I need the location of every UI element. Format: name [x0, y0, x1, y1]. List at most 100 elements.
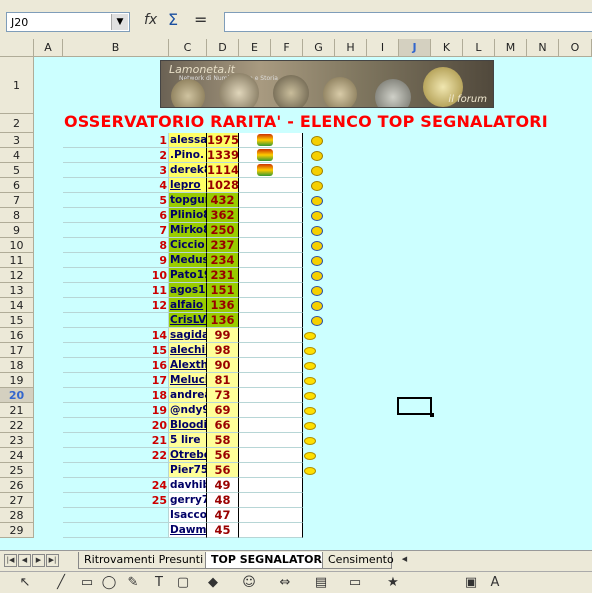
username-cell[interactable]: Alexthedoctor: [169, 358, 207, 373]
medal-cell[interactable]: [239, 253, 303, 268]
medal-cell[interactable]: [239, 178, 303, 193]
first-sheet-icon[interactable]: |◀: [4, 554, 17, 567]
medal-cell[interactable]: [239, 463, 303, 478]
score-cell[interactable]: 56: [207, 448, 239, 463]
score-cell[interactable]: 362: [207, 208, 239, 223]
freeform-icon[interactable]: ✎: [124, 575, 142, 591]
rank-cell[interactable]: 10: [63, 268, 169, 283]
score-cell[interactable]: 69: [207, 403, 239, 418]
column-header-h[interactable]: H: [335, 39, 367, 57]
username-cell[interactable]: 5 lire: [169, 433, 207, 448]
username-cell[interactable]: Mirko8710: [169, 223, 207, 238]
username-cell[interactable]: Otrebor: [169, 448, 207, 463]
rank-cell[interactable]: [63, 463, 169, 478]
score-cell[interactable]: 250: [207, 223, 239, 238]
username-cell[interactable]: agos1977: [169, 283, 207, 298]
smiley-shape-icon[interactable]: ☺: [240, 575, 258, 591]
column-header-j[interactable]: J: [399, 39, 431, 57]
column-header-b[interactable]: B: [63, 39, 169, 57]
rank-cell[interactable]: 15: [63, 343, 169, 358]
rank-cell[interactable]: 24: [63, 478, 169, 493]
column-header-d[interactable]: D: [207, 39, 239, 57]
row-header-3[interactable]: 3: [0, 133, 34, 148]
username-cell[interactable]: Plinio82: [169, 208, 207, 223]
rank-cell[interactable]: 8: [63, 238, 169, 253]
chevron-down-icon[interactable]: ▼: [111, 14, 128, 30]
row-header-6[interactable]: 6: [0, 178, 34, 193]
row-header-27[interactable]: 27: [0, 493, 34, 508]
username-cell[interactable]: davhibernian: [169, 478, 207, 493]
username-cell[interactable]: derek83: [169, 163, 207, 178]
star-icon[interactable]: ★: [384, 575, 402, 591]
score-cell[interactable]: 66: [207, 418, 239, 433]
medal-cell[interactable]: [239, 403, 303, 418]
rank-cell[interactable]: 1: [63, 133, 169, 148]
score-cell[interactable]: 56: [207, 463, 239, 478]
row-header-17[interactable]: 17: [0, 343, 34, 358]
medal-cell[interactable]: [239, 298, 303, 313]
row-header-8[interactable]: 8: [0, 208, 34, 223]
username-cell[interactable]: alessandro1970: [169, 133, 207, 148]
row-header-24[interactable]: 24: [0, 448, 34, 463]
column-header-l[interactable]: L: [463, 39, 495, 57]
rectangle-icon[interactable]: ▭: [78, 575, 96, 591]
score-cell[interactable]: 45: [207, 523, 239, 538]
username-cell[interactable]: Ciccio 86: [169, 238, 207, 253]
fill-handle[interactable]: [430, 413, 434, 417]
score-cell[interactable]: 98: [207, 343, 239, 358]
prev-sheet-icon[interactable]: ◀: [18, 554, 31, 567]
next-sheet-icon[interactable]: ▶: [32, 554, 45, 567]
tab-top-segnalatori[interactable]: TOP SEGNALATORI: [205, 552, 326, 569]
column-header-f[interactable]: F: [271, 39, 303, 57]
medal-cell[interactable]: [239, 268, 303, 283]
medal-cell[interactable]: [239, 508, 303, 523]
spreadsheet-grid[interactable]: Lamoneta.it Network di Numismatica e Sto…: [0, 57, 592, 550]
column-header-e[interactable]: E: [239, 39, 271, 57]
row-header-11[interactable]: 11: [0, 253, 34, 268]
score-cell[interactable]: 231: [207, 268, 239, 283]
rank-cell[interactable]: 6: [63, 208, 169, 223]
medal-cell[interactable]: [239, 478, 303, 493]
function-wizard-icon[interactable]: fx: [144, 12, 157, 28]
scroll-left-icon[interactable]: ◀: [398, 554, 411, 567]
score-cell[interactable]: 1975: [207, 133, 239, 148]
fontwork-icon[interactable]: A: [486, 575, 504, 591]
score-cell[interactable]: 136: [207, 298, 239, 313]
column-header-a[interactable]: A: [34, 39, 63, 57]
username-cell[interactable]: alfaio: [169, 298, 207, 313]
rank-cell[interactable]: 16: [63, 358, 169, 373]
row-header-29[interactable]: 29: [0, 523, 34, 538]
formula-input[interactable]: [224, 12, 592, 32]
medal-cell[interactable]: [239, 343, 303, 358]
row-header-13[interactable]: 13: [0, 283, 34, 298]
column-header-n[interactable]: N: [527, 39, 559, 57]
row-header-20[interactable]: 20: [0, 388, 34, 403]
username-cell[interactable]: Pato19: [169, 268, 207, 283]
shapes-icon[interactable]: ◆: [204, 575, 222, 591]
rank-cell[interactable]: 3: [63, 163, 169, 178]
callout-icon[interactable]: ▢: [174, 575, 192, 591]
line-icon[interactable]: ╱: [52, 575, 70, 591]
row-header-23[interactable]: 23: [0, 433, 34, 448]
medal-cell[interactable]: [239, 328, 303, 343]
column-header-g[interactable]: G: [303, 39, 335, 57]
score-cell[interactable]: 58: [207, 433, 239, 448]
sum-icon[interactable]: Σ: [168, 10, 178, 29]
score-cell[interactable]: 47: [207, 508, 239, 523]
username-cell[interactable]: .Pino.: [169, 148, 207, 163]
score-cell[interactable]: 49: [207, 478, 239, 493]
username-cell[interactable]: andrea7200it: [169, 388, 207, 403]
score-cell[interactable]: 73: [207, 388, 239, 403]
rank-cell[interactable]: 20: [63, 418, 169, 433]
row-header-19[interactable]: 19: [0, 373, 34, 388]
score-cell[interactable]: 81: [207, 373, 239, 388]
score-cell[interactable]: 136: [207, 313, 239, 328]
row-header-12[interactable]: 12: [0, 268, 34, 283]
rank-cell[interactable]: 9: [63, 253, 169, 268]
username-cell[interactable]: alechiuso: [169, 343, 207, 358]
medal-cell[interactable]: [239, 208, 303, 223]
username-cell[interactable]: sagida: [169, 328, 207, 343]
username-cell[interactable]: Dawmallo: [169, 523, 207, 538]
rank-cell[interactable]: 4: [63, 178, 169, 193]
score-cell[interactable]: 432: [207, 193, 239, 208]
